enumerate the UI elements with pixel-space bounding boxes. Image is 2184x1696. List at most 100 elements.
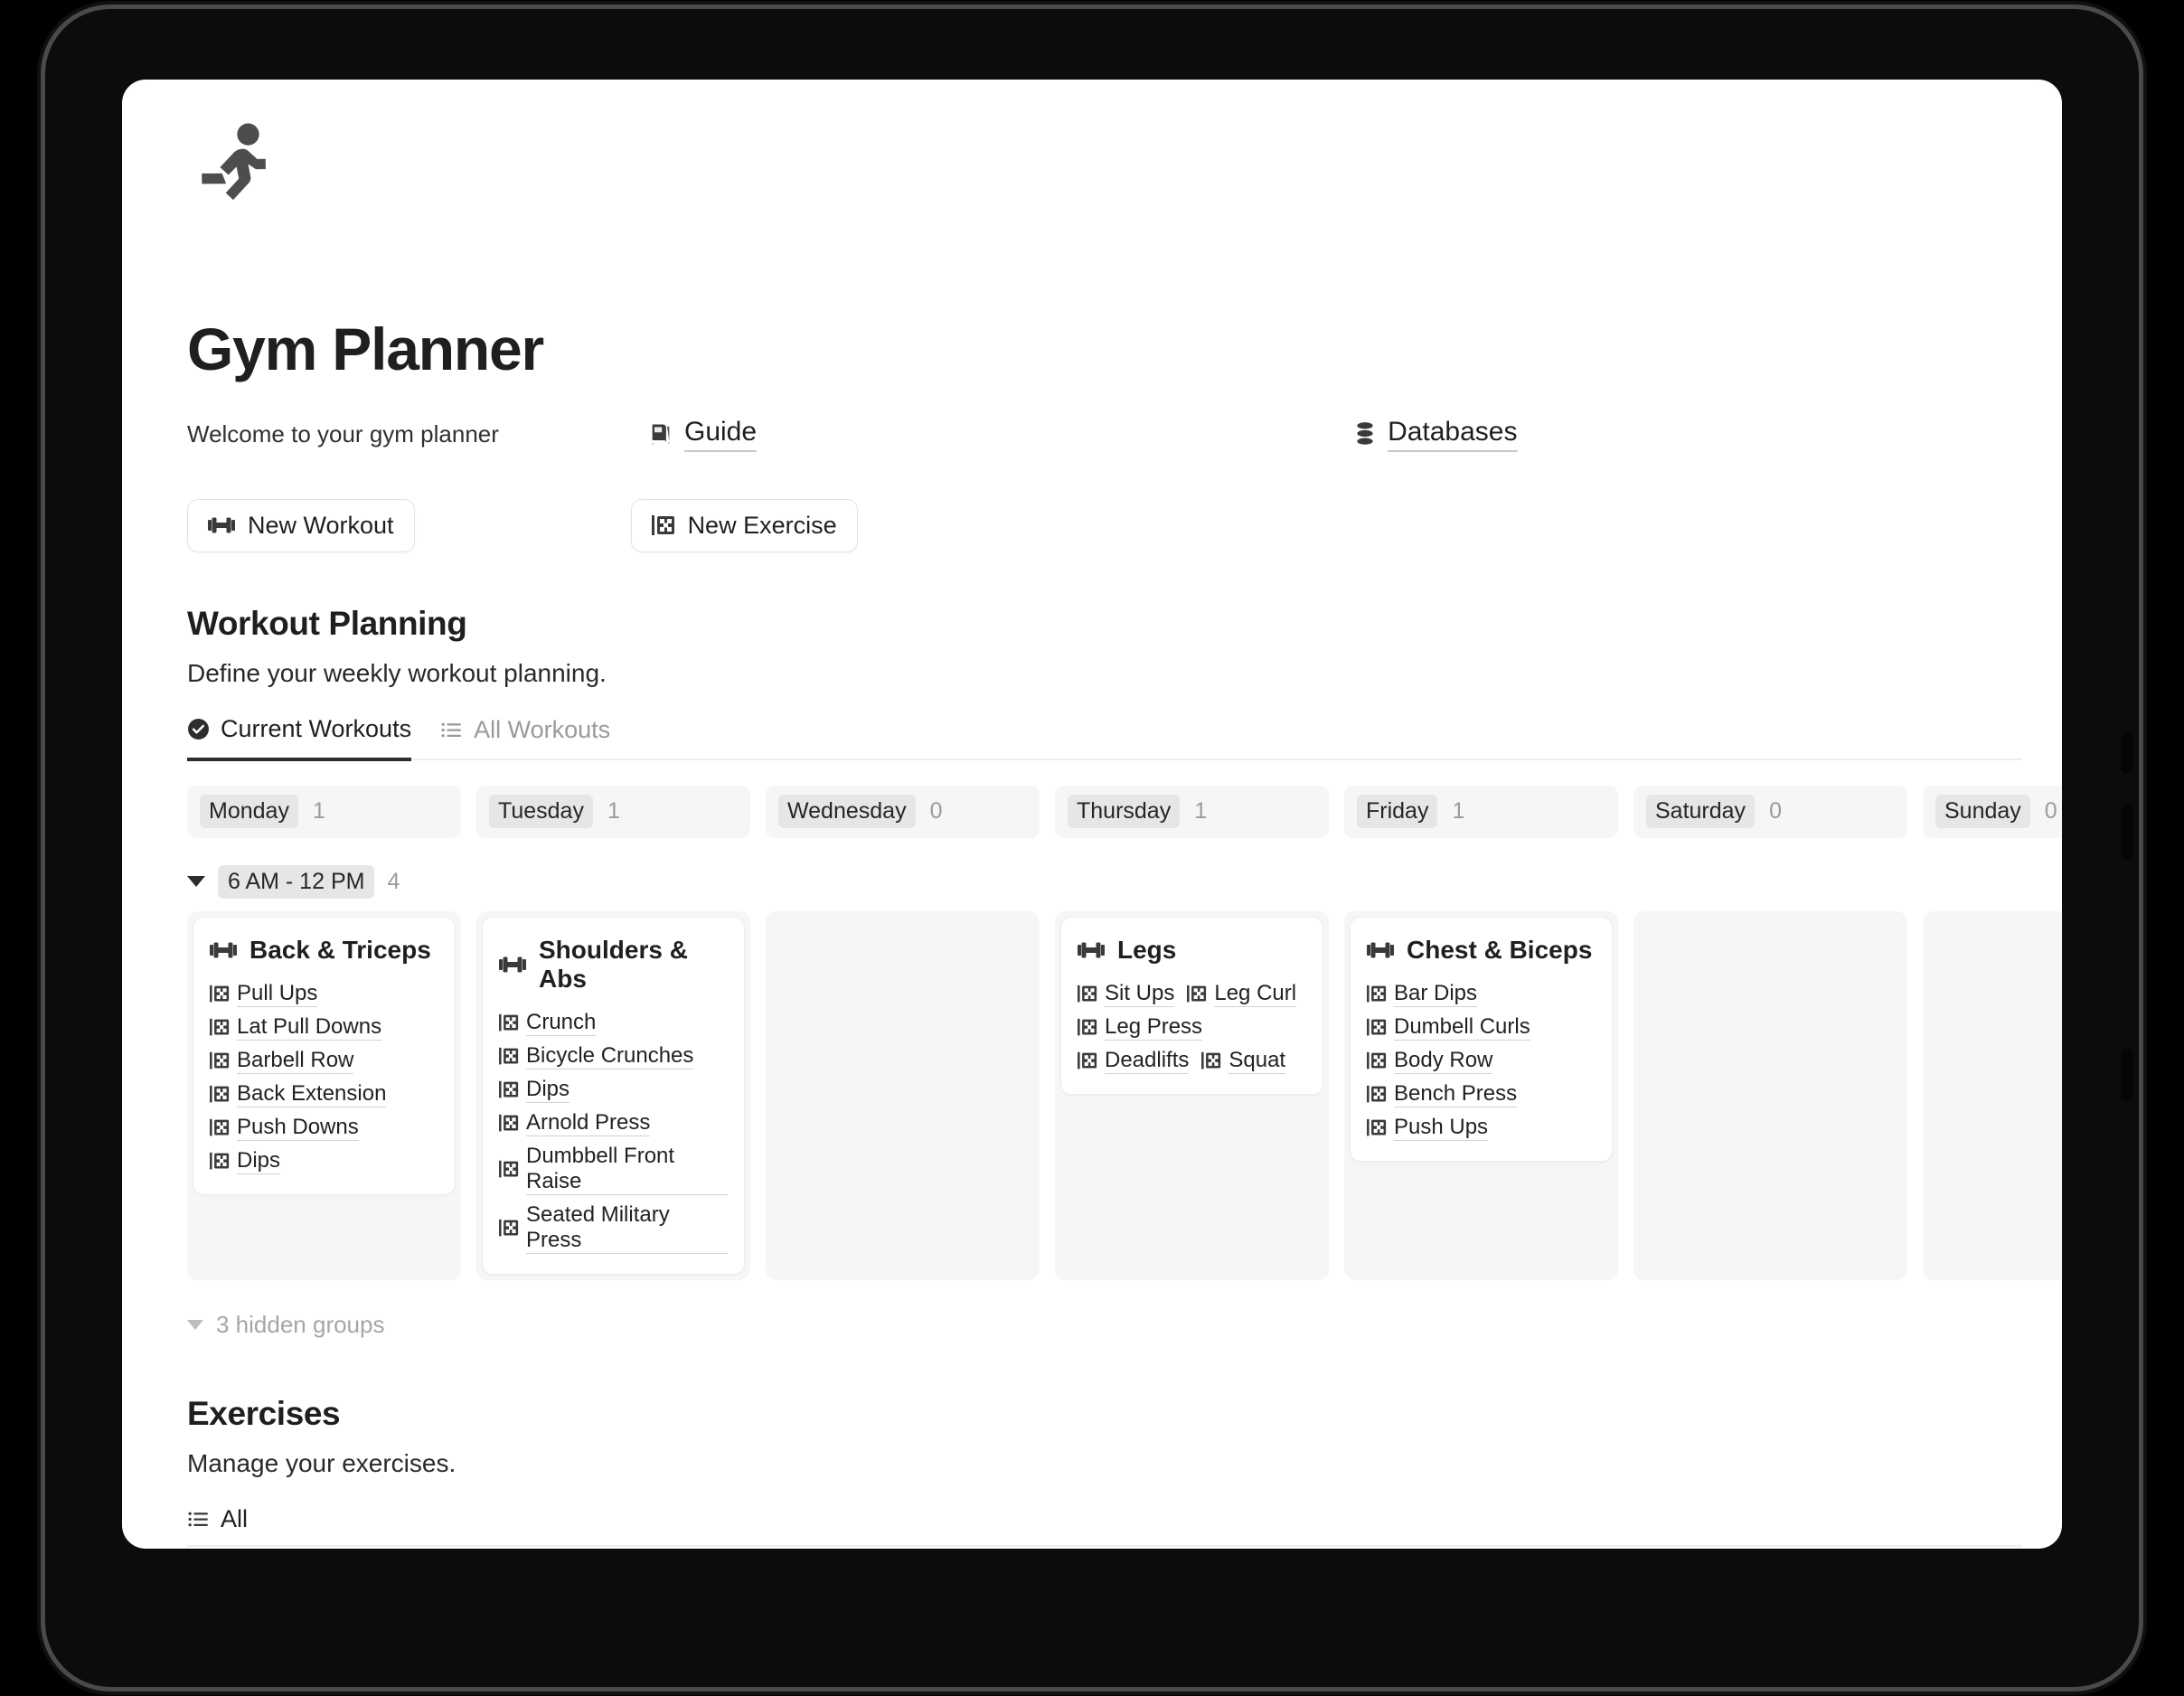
exercise-tile-icon (1201, 1051, 1221, 1069)
day-lane-thursday[interactable]: Legs Sit Ups Leg Curl Leg Press Deadlift… (1055, 910, 1329, 1280)
workout-exercise-label: Push Ups (1394, 1114, 1489, 1141)
exercise-tile-icon (1078, 985, 1097, 1003)
guide-link-label: Guide (684, 417, 758, 452)
workout-card[interactable]: Shoulders & Abs Crunch Bicycle Crunches … (482, 916, 745, 1275)
day-header[interactable]: Thursday 1 (1055, 785, 1329, 838)
workout-exercise-link[interactable]: Push Downs (210, 1115, 359, 1141)
day-header[interactable]: Sunday 0 (1923, 785, 2062, 838)
databases-link[interactable]: Databases (1353, 417, 1518, 452)
exercise-tile-icon (651, 514, 675, 536)
workout-exercise-label: Lat Pull Downs (237, 1013, 382, 1041)
day-lane-wednesday[interactable] (766, 910, 1040, 1280)
new-exercise-label: New Exercise (687, 511, 837, 539)
new-exercise-button[interactable]: New Exercise (630, 498, 858, 552)
day-header[interactable]: Friday 1 (1344, 785, 1618, 838)
workout-tabs: Current Workouts All Workouts (187, 714, 2022, 761)
tab-current-workouts[interactable]: Current Workouts (187, 714, 412, 761)
new-workout-button[interactable]: New Workout (187, 498, 415, 552)
new-workout-label: New Workout (248, 511, 394, 539)
workout-exercise-link[interactable]: Dumbell Curls (1367, 1014, 1530, 1041)
day-lane-friday[interactable]: Chest & Biceps Bar Dips Dumbell Curls Bo… (1344, 910, 1618, 1280)
day-lane-tuesday[interactable]: Shoulders & Abs Crunch Bicycle Crunches … (476, 910, 750, 1280)
dumbbell-icon (208, 516, 235, 534)
day-name: Sunday (1935, 795, 2030, 829)
bezel-button-2[interactable] (2121, 805, 2133, 861)
workout-exercise-link[interactable]: Dips (499, 1077, 570, 1103)
day-column-saturday: Saturday 0 (1633, 785, 1907, 838)
exercise-tile-icon (210, 1118, 230, 1136)
exercise-tile-icon (1187, 985, 1207, 1003)
chevron-down-icon[interactable] (187, 876, 205, 888)
book-icon (648, 421, 673, 447)
workout-exercise-link[interactable]: Leg Curl (1187, 980, 1297, 1007)
workout-exercise-link[interactable]: Bench Press (1367, 1081, 1518, 1107)
day-header[interactable]: Monday 1 (187, 785, 461, 838)
exercise-tile-icon (210, 1085, 230, 1103)
tab-all-exercises[interactable]: All (187, 1505, 248, 1548)
workout-card-title-label: Legs (1117, 935, 1177, 964)
workout-exercise-label: Deadlifts (1105, 1047, 1190, 1074)
exercise-tile-icon (499, 1219, 519, 1237)
day-count: 0 (929, 798, 943, 824)
workout-card[interactable]: Chest & Biceps Bar Dips Dumbell Curls Bo… (1350, 916, 1613, 1162)
workout-exercise-link[interactable]: Crunch (499, 1009, 597, 1036)
workout-planning-subtitle: Define your weekly workout planning. (187, 658, 607, 687)
page-meta-row: Welcome to your gym planner Guide Databa… (187, 417, 2026, 452)
tab-all-workouts[interactable]: All Workouts (440, 716, 610, 758)
action-button-row: New Workout New Exercise (187, 498, 2026, 552)
day-lane-saturday[interactable] (1633, 910, 1907, 1280)
workout-exercise-link[interactable]: Bicycle Crunches (499, 1043, 694, 1069)
workout-exercise-label: Leg Curl (1214, 980, 1297, 1007)
workout-exercise-link[interactable]: Push Ups (1367, 1114, 1489, 1141)
day-lane-monday[interactable]: Back & Triceps Pull Ups Lat Pull Downs B… (187, 910, 461, 1280)
workout-exercise-link[interactable]: Lat Pull Downs (210, 1013, 382, 1041)
day-header[interactable]: Saturday 0 (1633, 785, 1907, 838)
workout-exercise-link[interactable]: Deadlifts (1078, 1047, 1190, 1074)
exercise-tile-icon (210, 1152, 230, 1170)
workout-exercise-link[interactable]: Barbell Row (210, 1048, 354, 1074)
workout-exercise-link[interactable]: Body Row (1367, 1048, 1493, 1074)
workout-exercise-link[interactable]: Dips (210, 1148, 281, 1174)
workout-exercise-label: Leg Press (1105, 1013, 1203, 1041)
exercise-tile-icon (210, 1051, 230, 1069)
workout-card[interactable]: Legs Sit Ups Leg Curl Leg Press Deadlift… (1060, 916, 1323, 1095)
day-count: 0 (1769, 798, 1782, 824)
workout-exercise-link[interactable]: Pull Ups (210, 981, 318, 1007)
tab-all-workouts-label: All Workouts (474, 715, 611, 743)
workout-exercise-list: Bar Dips Dumbell Curls Body Row Bench Pr… (1367, 981, 1596, 1141)
exercise-tile-icon (210, 1018, 230, 1036)
workout-group-header[interactable]: 6 AM - 12 PM 4 (187, 864, 2062, 899)
workout-exercise-link[interactable]: Back Extension (210, 1081, 387, 1107)
day-column-tuesday: Tuesday 1 (476, 785, 750, 838)
tab-current-workouts-label: Current Workouts (221, 714, 412, 742)
day-header[interactable]: Wednesday 0 (766, 785, 1040, 838)
tablet-frame: Gym Planner Welcome to your gym planner … (45, 9, 2139, 1687)
day-lane-sunday[interactable] (1923, 910, 2062, 1280)
exercise-tile-icon (1078, 1051, 1097, 1069)
hidden-groups-toggle[interactable]: 3 hidden groups (187, 1311, 2062, 1339)
workout-exercise-link[interactable]: Squat (1201, 1048, 1286, 1074)
workout-exercise-link[interactable]: Leg Press (1078, 1013, 1203, 1041)
workout-exercise-label: Arnold Press (526, 1109, 651, 1136)
workout-exercise-label: Dumbbell Front Raise (526, 1144, 728, 1195)
bezel-button-1[interactable] (2121, 732, 2133, 774)
tab-all-exercises-label: All (221, 1504, 249, 1532)
workout-exercise-link[interactable]: Sit Ups (1078, 981, 1175, 1007)
guide-link[interactable]: Guide (648, 417, 758, 452)
workout-card[interactable]: Back & Triceps Pull Ups Lat Pull Downs B… (193, 916, 456, 1195)
workout-exercise-link[interactable]: Arnold Press (499, 1109, 651, 1136)
exercises-subtitle: Manage your exercises. (187, 1448, 457, 1477)
workout-exercise-label: Crunch (526, 1009, 597, 1036)
page-title: Gym Planner (187, 316, 544, 382)
day-header[interactable]: Tuesday 1 (476, 785, 750, 838)
workout-exercise-link[interactable]: Bar Dips (1367, 981, 1478, 1007)
workout-card-title-label: Chest & Biceps (1407, 935, 1593, 964)
workout-card-title-label: Shoulders & Abs (539, 935, 688, 993)
exercises-title: Exercises (187, 1394, 341, 1432)
workout-exercise-link[interactable]: Dumbbell Front Raise (499, 1144, 728, 1195)
workout-exercise-link[interactable]: Seated Military Press (499, 1202, 728, 1254)
exercise-tile-icon (1367, 985, 1387, 1003)
day-column-thursday: Thursday 1 (1055, 785, 1329, 838)
bezel-button-3[interactable] (2121, 1049, 2133, 1101)
exercise-tile-icon (1367, 1018, 1387, 1036)
